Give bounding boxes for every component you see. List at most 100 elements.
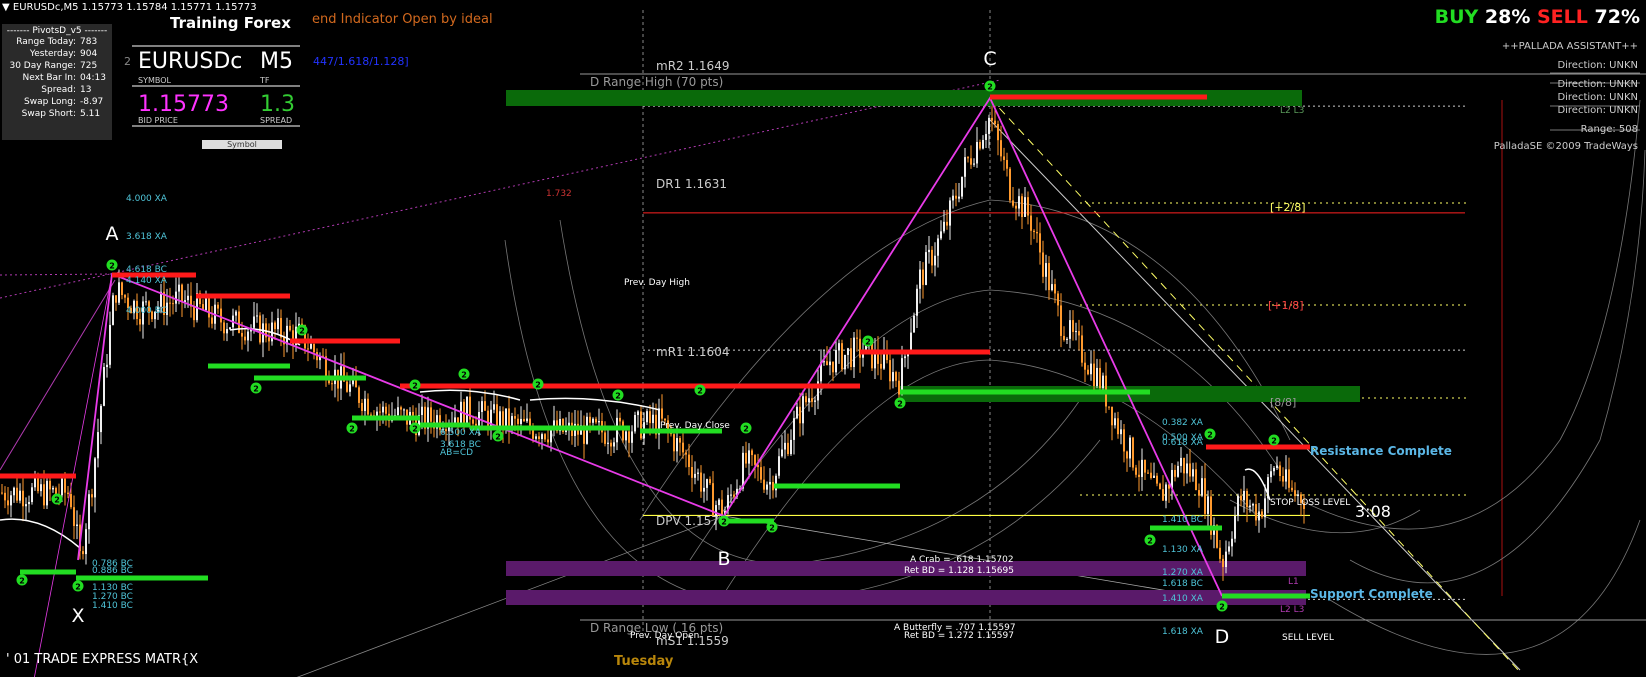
spread-value: 1.3 [260, 92, 295, 117]
candle-body [472, 419, 474, 424]
pivot-value: 04:13 [80, 73, 106, 83]
candle-body [1033, 230, 1035, 233]
candle-body [1111, 406, 1113, 426]
symbol-panel: Training Forex EURUSDc SYMBOL M5 TF 1.15… [132, 12, 304, 149]
candle-body [1087, 369, 1089, 375]
candle-body [778, 456, 780, 476]
candle-body [973, 163, 975, 165]
sell-label: SELL [1537, 6, 1588, 28]
candle-body [1264, 498, 1266, 518]
candle-body [103, 367, 105, 406]
candle-body [205, 298, 207, 311]
candle-body [916, 288, 918, 316]
candle-body [787, 442, 789, 455]
candle-body [1243, 490, 1245, 501]
candle-body [844, 354, 846, 370]
candle-body [256, 315, 258, 317]
candle-body [691, 467, 693, 478]
candle-body [1201, 478, 1203, 496]
signal-dot-label: 2 [897, 400, 903, 409]
candle-body [1150, 472, 1152, 478]
candle-body [1054, 284, 1056, 294]
candle-body [838, 343, 840, 351]
candle-body [928, 249, 930, 253]
candle-body [652, 414, 654, 424]
pivot-row: 30 Day Range: 725 [2, 60, 112, 72]
candle-body [1180, 457, 1182, 466]
candle-body [1066, 338, 1068, 340]
candle-body [613, 442, 615, 447]
candle-body [1183, 457, 1185, 474]
fib-label: 1.618 XA [1162, 627, 1204, 637]
pivot-label: Swap Long: [24, 97, 76, 107]
candle-body [367, 398, 369, 415]
candle-body [934, 255, 936, 266]
candle-body [1222, 558, 1224, 568]
fib-label: 1.410 XA [1162, 594, 1204, 604]
candle-body [1096, 367, 1098, 387]
signal-dot-label: 2 [495, 433, 501, 442]
candle-body [49, 480, 51, 490]
pivot-label: Swap Short: [21, 109, 76, 119]
title-menu-icon[interactable]: ▼ [2, 2, 13, 13]
candle-body [349, 384, 351, 392]
support-complete-label: Support Complete [1310, 587, 1433, 601]
candle-body [217, 304, 219, 309]
fib-label: 4.618 BC [126, 265, 167, 275]
candle-body [796, 406, 798, 419]
candle-body [370, 414, 372, 416]
candle-body [763, 479, 765, 490]
pattern-point-b: B [717, 548, 730, 570]
pattern-point-a: A [106, 223, 119, 245]
stray-digit: 2 [124, 55, 131, 68]
candle-body [385, 406, 387, 414]
candle-body [46, 480, 48, 506]
candle-body [889, 360, 891, 382]
candle-body [988, 117, 990, 134]
candle-body [595, 418, 597, 423]
symbol-label: SYMBOL [138, 76, 171, 85]
candle-body [1012, 200, 1014, 206]
signal-dot-label: 2 [987, 83, 993, 92]
candle-body [649, 411, 651, 424]
candle-body [790, 439, 792, 455]
assistant-line: Direction: UNKN [1557, 60, 1638, 71]
candle-body [1084, 362, 1086, 370]
candle-body [1102, 375, 1104, 389]
candle-body [1153, 475, 1155, 478]
candle-body [241, 332, 243, 337]
candle-body [958, 196, 960, 199]
candle-body [1240, 495, 1242, 501]
candle-body [967, 157, 969, 159]
candle-body [742, 452, 744, 489]
bid-price-label: BID PRICE [138, 116, 178, 125]
candle-body [88, 494, 90, 530]
assistant-copyright: PalladaSE ©2009 TradeWays [1493, 141, 1638, 152]
candle-body [64, 478, 66, 493]
pattern-point-c: C [983, 48, 996, 70]
candle-body [28, 502, 30, 505]
candle-body [607, 442, 609, 444]
pivot-label: Yesterday: [29, 49, 76, 59]
candle-body [1132, 437, 1134, 468]
butterfly-ret-annotation: Ret BD = 1.272 1.15597 [904, 631, 1014, 641]
signal-dot-label: 2 [75, 583, 81, 592]
fib-label: 1.130 XA [1162, 545, 1204, 555]
candle-body [970, 158, 972, 165]
candle-body [274, 322, 276, 330]
candle-body [1129, 437, 1131, 459]
candle-body [67, 492, 69, 495]
candle-body [1039, 233, 1041, 253]
candle-body [286, 325, 288, 345]
candle-body [811, 398, 813, 402]
signal-dot-label: 2 [54, 496, 60, 505]
symbol-button[interactable]: Symbol [202, 140, 282, 149]
fib-label: 0.886 BC [92, 566, 133, 576]
candle-body [19, 490, 21, 501]
indicator-note: end Indicator Open by ideal [312, 12, 493, 27]
candle-body [1120, 429, 1122, 435]
candle-body [52, 487, 54, 490]
candle-body [538, 436, 540, 440]
candle-body [814, 400, 816, 402]
candle-body [1126, 451, 1128, 459]
